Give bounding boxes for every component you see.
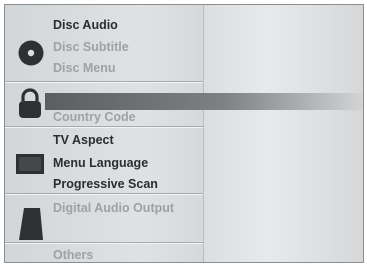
menu-item-country-code[interactable]: Country Code: [53, 110, 136, 124]
disc-icon: [18, 40, 44, 66]
audio-group: Digital Audio Output: [5, 194, 203, 243]
disc-group: Disc Audio Disc Subtitle Disc Menu: [5, 5, 203, 81]
others-group: Others: [5, 243, 203, 262]
menu-item-disc-menu[interactable]: Disc Menu: [53, 61, 116, 75]
menu-item-progressive-scan[interactable]: Progressive Scan: [53, 177, 158, 191]
selected-row-highlight[interactable]: [45, 93, 363, 110]
menu-item-disc-subtitle[interactable]: Disc Subtitle: [53, 40, 129, 54]
menu-item-digital-audio-output[interactable]: Digital Audio Output: [53, 201, 174, 215]
lock-icon: [19, 88, 41, 118]
submenu-panel: [203, 5, 363, 262]
menu-item-disc-audio[interactable]: Disc Audio: [53, 18, 118, 32]
setup-screen: Disc Audio Disc Subtitle Disc Menu Count…: [4, 4, 364, 263]
tv-icon: [16, 154, 44, 174]
setup-menu: Disc Audio Disc Subtitle Disc Menu Count…: [5, 5, 203, 262]
tv-group: TV Aspect Menu Language Progressive Scan: [5, 127, 203, 194]
speaker-icon: [19, 208, 43, 240]
menu-item-others[interactable]: Others: [53, 248, 93, 262]
menu-item-tv-aspect[interactable]: TV Aspect: [53, 133, 114, 147]
menu-item-menu-language[interactable]: Menu Language: [53, 156, 148, 170]
